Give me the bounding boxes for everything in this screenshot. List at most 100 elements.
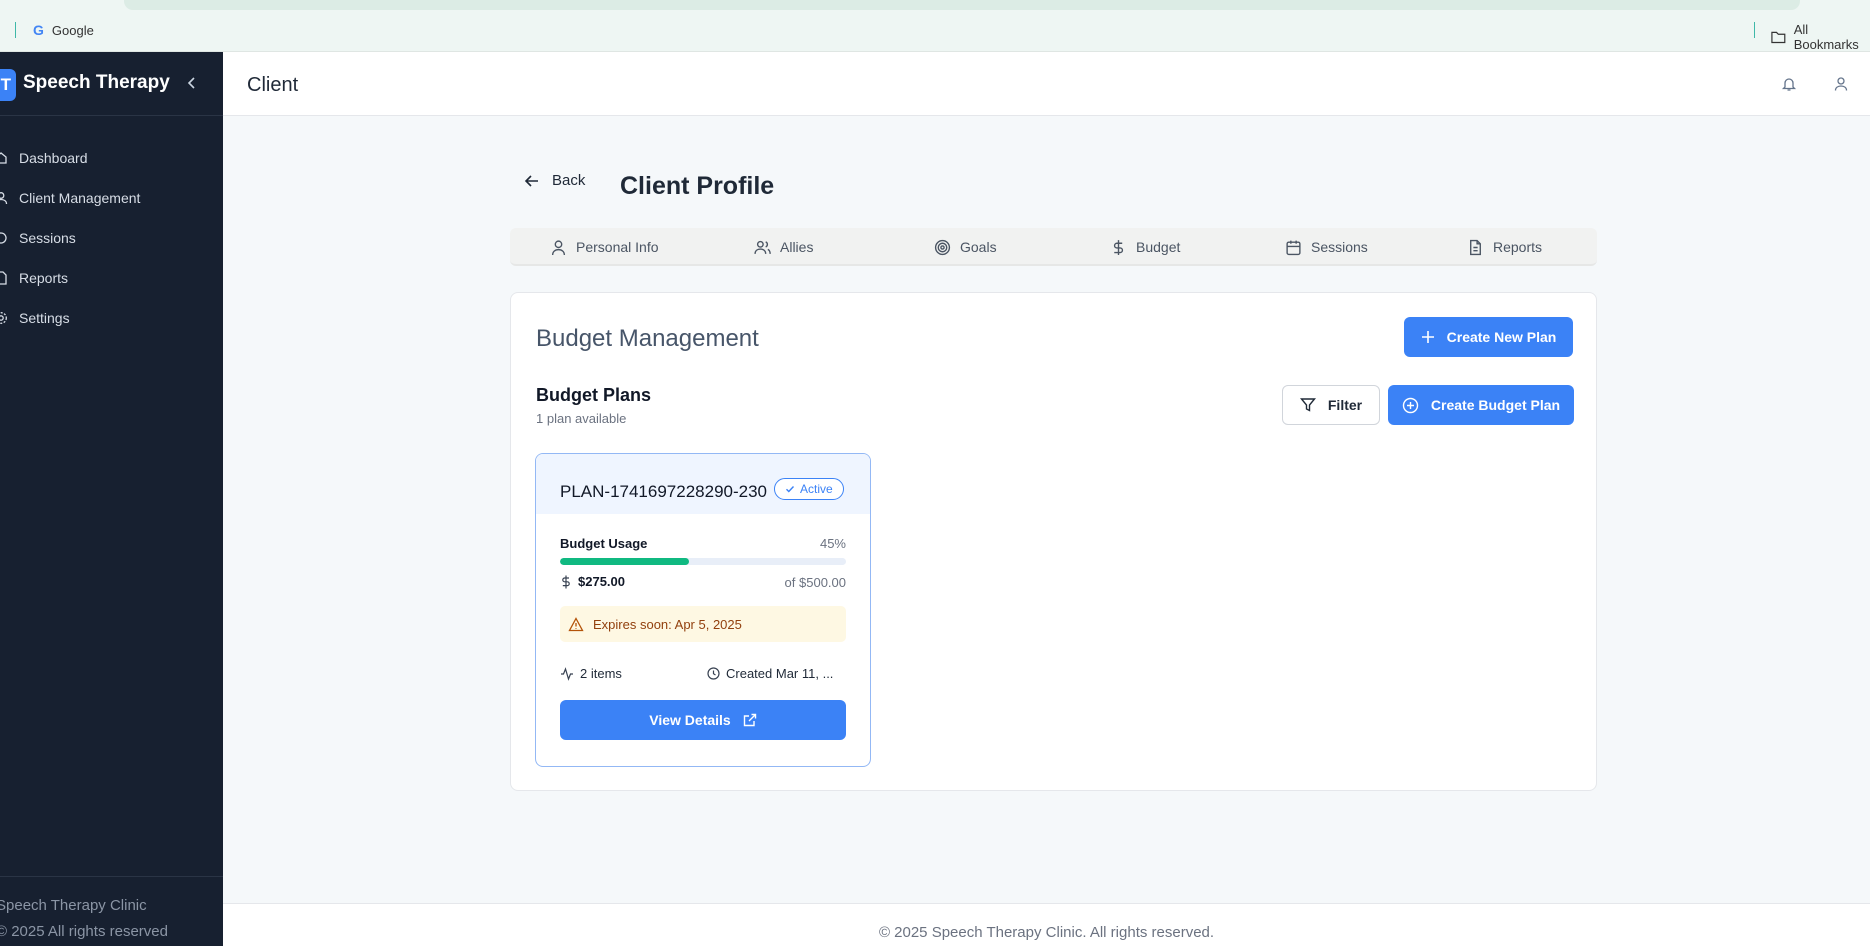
budget-plan-card[interactable]: PLAN-1741697228290-230 Active Budget Usa…	[535, 453, 871, 767]
expiry-alert-text: Expires soon: Apr 5, 2025	[593, 616, 742, 632]
amount-used: $275.00	[560, 574, 625, 589]
folder-icon	[1771, 31, 1786, 44]
tab-label: Allies	[780, 239, 814, 255]
tab-goals[interactable]: Goals	[934, 228, 997, 266]
top-header: Client	[223, 52, 1870, 116]
collapse-sidebar-button[interactable]	[183, 72, 201, 94]
create-new-plan-label: Create New Plan	[1446, 329, 1557, 345]
plus-circle-icon	[1402, 397, 1419, 413]
create-budget-plan-button[interactable]: Create Budget Plan	[1388, 385, 1574, 425]
message-icon	[0, 232, 7, 244]
sidebar-item-label: Client Management	[19, 190, 141, 206]
document-icon	[0, 271, 7, 285]
google-icon: G	[33, 22, 44, 38]
sidebar-item-sessions[interactable]: Sessions	[0, 218, 223, 258]
user-menu-button[interactable]	[1831, 74, 1851, 94]
brand: T Speech Therapy	[0, 52, 223, 116]
sidebar-nav: Dashboard Client Management Sessions Rep…	[0, 138, 223, 338]
calendar-icon	[1286, 240, 1301, 255]
warning-icon	[568, 616, 584, 631]
tab-personal-info[interactable]: Personal Info	[550, 228, 659, 266]
view-details-button[interactable]: View Details	[560, 700, 846, 740]
sidebar-item-label: Settings	[19, 310, 70, 326]
filter-button[interactable]: Filter	[1282, 385, 1380, 425]
all-bookmarks[interactable]: All Bookmarks	[1771, 22, 1870, 52]
header-title: Client	[247, 74, 299, 96]
dollar-icon	[1113, 239, 1124, 255]
sidebar-item-client-management[interactable]: Client Management	[0, 178, 223, 218]
tab-allies[interactable]: Allies	[754, 228, 813, 266]
plan-created-text: Created Mar 11, ...	[726, 666, 834, 681]
tab-sessions[interactable]: Sessions	[1285, 228, 1368, 266]
chevron-left-icon	[187, 77, 195, 89]
budget-usage-label: Budget Usage	[560, 536, 648, 551]
tab-label: Budget	[1136, 239, 1181, 255]
profile-tabs: Personal Info Allies Goals Budget Sessio…	[510, 228, 1597, 266]
amount-total: of $500.00	[784, 575, 846, 590]
bookmark-google-label: Google	[51, 22, 94, 38]
bookmark-separator	[15, 22, 16, 38]
budget-usage-percent: 45%	[819, 536, 846, 551]
notifications-button[interactable]	[1779, 74, 1799, 94]
footer-copyright: © 2025 Speech Therapy Clinic. All rights…	[878, 924, 1215, 941]
budget-usage-fill	[560, 558, 689, 565]
filter-icon	[1299, 398, 1316, 412]
sidebar-item-settings[interactable]: Settings	[0, 298, 223, 338]
view-details-label: View Details	[649, 712, 731, 728]
amount-used-value: $275.00	[578, 574, 625, 589]
plus-icon	[1421, 331, 1434, 343]
browser-chrome: G Google All Bookmarks	[0, 0, 1870, 52]
clock-icon	[707, 667, 720, 680]
tab-reports[interactable]: Reports	[1467, 228, 1542, 266]
budget-plans-count: 1 plan available	[536, 411, 627, 426]
tab-label: Personal Info	[576, 239, 659, 255]
create-new-plan-button[interactable]: Create New Plan	[1404, 317, 1573, 357]
dollar-icon	[562, 575, 570, 588]
plan-card-header: PLAN-1741697228290-230 Active	[536, 454, 870, 514]
bell-icon	[1781, 78, 1797, 91]
users-icon	[754, 240, 771, 254]
sidebar-item-label: Dashboard	[19, 150, 88, 166]
user-icon	[1834, 77, 1848, 91]
back-label: Back	[552, 172, 586, 189]
all-bookmarks-label: All Bookmarks	[1793, 22, 1859, 52]
user-icon	[551, 239, 566, 255]
user-icon	[0, 192, 8, 205]
status-label: Active	[800, 482, 833, 496]
address-bar[interactable]	[124, 0, 1800, 10]
budget-management-card: Budget Management Create New Plan Budget…	[510, 292, 1597, 791]
create-budget-plan-label: Create Budget Plan	[1430, 397, 1561, 413]
sidebar-footer: Speech Therapy Clinic © 2025 All rights …	[0, 876, 223, 940]
tab-label: Sessions	[1311, 239, 1368, 255]
sidebar: T Speech Therapy Dashboard Client Manage…	[0, 52, 223, 946]
check-icon	[786, 486, 795, 493]
budget-plans-title: Budget Plans	[536, 385, 652, 405]
budget-usage-bar	[560, 558, 846, 565]
plan-id: PLAN-1741697228290-230	[560, 482, 768, 501]
back-button[interactable]: Back	[524, 172, 585, 189]
status-badge: Active	[774, 478, 844, 500]
tab-label: Reports	[1493, 239, 1543, 255]
tab-budget[interactable]: Budget	[1110, 228, 1180, 266]
budget-management-title: Budget Management	[536, 325, 759, 352]
plan-items-text: 2 items	[580, 666, 622, 681]
brand-logo: T	[0, 69, 16, 101]
expiry-alert: Expires soon: Apr 5, 2025	[560, 606, 846, 642]
sidebar-item-label: Sessions	[19, 230, 76, 246]
sidebar-item-dashboard[interactable]: Dashboard	[0, 138, 223, 178]
page-footer: © 2025 Speech Therapy Clinic. All rights…	[223, 903, 1870, 946]
external-link-icon	[743, 713, 756, 727]
target-icon	[934, 239, 951, 255]
sidebar-footer-copyright: © 2025 All rights reserved	[0, 923, 168, 940]
bookmark-google[interactable]: G Google	[33, 22, 94, 38]
tab-label: Goals	[960, 239, 997, 255]
filter-label: Filter	[1327, 397, 1363, 413]
sidebar-item-reports[interactable]: Reports	[0, 258, 223, 298]
sidebar-footer-clinic: Speech Therapy Clinic	[0, 897, 147, 914]
page-title: Client Profile	[620, 172, 775, 200]
activity-icon	[561, 666, 573, 681]
gear-icon	[0, 312, 7, 324]
brand-title: Speech Therapy	[23, 72, 170, 93]
arrow-left-icon	[524, 174, 538, 187]
bookmark-separator	[1754, 22, 1755, 38]
